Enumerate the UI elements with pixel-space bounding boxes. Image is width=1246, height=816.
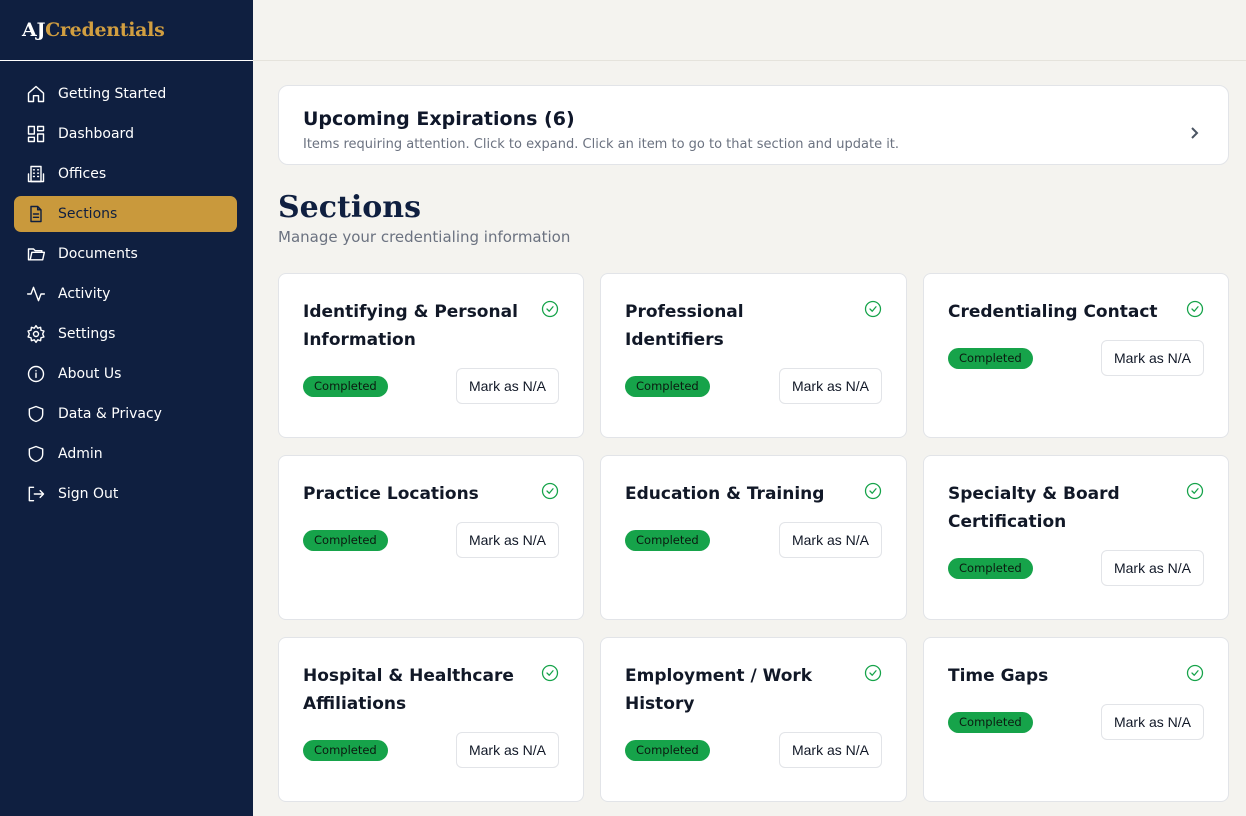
sidebar-item-label: Settings bbox=[58, 326, 116, 342]
check-circle-icon bbox=[864, 300, 882, 318]
folder-icon bbox=[26, 244, 46, 264]
sidebar-item-sections[interactable]: Sections bbox=[14, 196, 237, 232]
section-card[interactable]: Specialty & Board Certification Complete… bbox=[923, 455, 1229, 620]
main-area: Upcoming Expirations (6) Items requiring… bbox=[253, 0, 1246, 816]
grid-icon bbox=[26, 124, 46, 144]
sidebar-item-sign-out[interactable]: Sign Out bbox=[14, 476, 237, 512]
shield-icon bbox=[26, 404, 46, 424]
status-badge: Completed bbox=[948, 557, 1033, 579]
check-circle-icon bbox=[1186, 482, 1204, 500]
document-icon bbox=[26, 204, 46, 224]
sidebar-item-label: Sections bbox=[58, 206, 118, 222]
section-card[interactable]: Employment / Work History Completed Mark… bbox=[600, 637, 907, 802]
status-badge: Completed bbox=[303, 375, 388, 397]
chevron-right-icon[interactable] bbox=[1188, 124, 1200, 139]
status-badge: Completed bbox=[303, 739, 388, 761]
section-card-title: Practice Locations bbox=[303, 484, 479, 504]
activity-icon bbox=[26, 284, 46, 304]
mark-na-button[interactable]: Mark as N/A bbox=[1100, 550, 1204, 586]
status-badge: Completed bbox=[625, 739, 710, 761]
top-bar bbox=[253, 0, 1246, 61]
check-circle-icon bbox=[541, 664, 559, 682]
page-subtitle: Manage your credentialing information bbox=[278, 228, 571, 246]
mark-na-button[interactable]: Mark as N/A bbox=[778, 522, 882, 558]
building-icon bbox=[26, 164, 46, 184]
brand-part-1: AJ bbox=[22, 19, 46, 41]
status-badge: Completed bbox=[625, 529, 710, 551]
sidebar-nav: Getting Started Dashboard Offices Sectio… bbox=[0, 61, 253, 512]
status-badge: Completed bbox=[625, 375, 710, 397]
section-card-title: Employment / Work History bbox=[625, 666, 813, 714]
section-card-title: Identifying & Personal Information bbox=[303, 302, 518, 350]
sidebar-item-label: Admin bbox=[58, 446, 103, 462]
brand-part-2: Credentials bbox=[45, 19, 165, 41]
sidebar-item-dashboard[interactable]: Dashboard bbox=[14, 116, 237, 152]
check-circle-icon bbox=[541, 482, 559, 500]
gear-icon bbox=[26, 324, 46, 344]
section-card[interactable]: Education & Training Completed Mark as N… bbox=[600, 455, 907, 620]
check-circle-icon bbox=[1186, 664, 1204, 682]
sidebar-item-about-us[interactable]: About Us bbox=[14, 356, 237, 392]
sidebar-item-data-privacy[interactable]: Data & Privacy bbox=[14, 396, 237, 432]
sidebar-item-label: Offices bbox=[58, 166, 107, 182]
section-card-title: Hospital & Healthcare Affiliations bbox=[303, 666, 514, 714]
sidebar-item-label: Getting Started bbox=[58, 86, 167, 102]
sidebar-item-label: About Us bbox=[58, 366, 122, 382]
check-circle-icon bbox=[864, 482, 882, 500]
section-card[interactable]: Professional Identifiers Completed Mark … bbox=[600, 273, 907, 438]
mark-na-button[interactable]: Mark as N/A bbox=[1100, 340, 1204, 376]
sidebar-item-settings[interactable]: Settings bbox=[14, 316, 237, 352]
section-card[interactable]: Hospital & Healthcare Affiliations Compl… bbox=[278, 637, 584, 802]
upcoming-expirations-card[interactable]: Upcoming Expirations (6) Items requiring… bbox=[278, 85, 1229, 165]
section-card[interactable]: Time Gaps Completed Mark as N/A bbox=[923, 637, 1229, 802]
mark-na-button[interactable]: Mark as N/A bbox=[778, 732, 882, 768]
check-circle-icon bbox=[541, 300, 559, 318]
section-card-title: Professional Identifiers bbox=[625, 302, 744, 350]
content: Upcoming Expirations (6) Items requiring… bbox=[253, 85, 1246, 802]
mark-na-button[interactable]: Mark as N/A bbox=[778, 368, 882, 404]
mark-na-button[interactable]: Mark as N/A bbox=[1100, 704, 1204, 740]
section-card-title: Education & Training bbox=[625, 484, 825, 504]
sign-out-icon bbox=[26, 484, 46, 504]
section-card-title: Specialty & Board Certification bbox=[948, 484, 1120, 532]
sidebar-item-getting-started[interactable]: Getting Started bbox=[14, 76, 237, 112]
status-badge: Completed bbox=[303, 529, 388, 551]
shield-icon bbox=[26, 444, 46, 464]
sections-grid: Identifying & Personal Information Compl… bbox=[278, 273, 1229, 802]
sidebar-item-label: Sign Out bbox=[58, 486, 119, 502]
section-card-title: Time Gaps bbox=[948, 666, 1049, 686]
section-card[interactable]: Practice Locations Completed Mark as N/A bbox=[278, 455, 584, 620]
mark-na-button[interactable]: Mark as N/A bbox=[455, 368, 559, 404]
brand-logo[interactable]: AJ Credentials bbox=[0, 0, 253, 61]
section-card[interactable]: Identifying & Personal Information Compl… bbox=[278, 273, 584, 438]
info-icon bbox=[26, 364, 46, 384]
app-root: AJ Credentials Getting Started Dashboard … bbox=[0, 0, 1246, 816]
sidebar-item-label: Activity bbox=[58, 286, 111, 302]
sidebar: AJ Credentials Getting Started Dashboard … bbox=[0, 0, 253, 816]
sidebar-item-admin[interactable]: Admin bbox=[14, 436, 237, 472]
sidebar-item-label: Data & Privacy bbox=[58, 406, 162, 422]
sidebar-item-documents[interactable]: Documents bbox=[14, 236, 237, 272]
status-badge: Completed bbox=[948, 347, 1033, 369]
section-card-title: Credentialing Contact bbox=[948, 302, 1158, 322]
sidebar-item-label: Dashboard bbox=[58, 126, 134, 142]
expirations-title: Upcoming Expirations (6) bbox=[303, 108, 575, 130]
status-badge: Completed bbox=[948, 711, 1033, 733]
check-circle-icon bbox=[864, 664, 882, 682]
page-title: Sections bbox=[278, 190, 421, 225]
sidebar-item-label: Documents bbox=[58, 246, 138, 262]
mark-na-button[interactable]: Mark as N/A bbox=[455, 732, 559, 768]
expirations-subtitle: Items requiring attention. Click to expa… bbox=[303, 137, 900, 152]
sidebar-item-offices[interactable]: Offices bbox=[14, 156, 237, 192]
check-circle-icon bbox=[1186, 300, 1204, 318]
mark-na-button[interactable]: Mark as N/A bbox=[455, 522, 559, 558]
sidebar-item-activity[interactable]: Activity bbox=[14, 276, 237, 312]
home-icon bbox=[26, 84, 46, 104]
section-card[interactable]: Credentialing Contact Completed Mark as … bbox=[923, 273, 1229, 438]
